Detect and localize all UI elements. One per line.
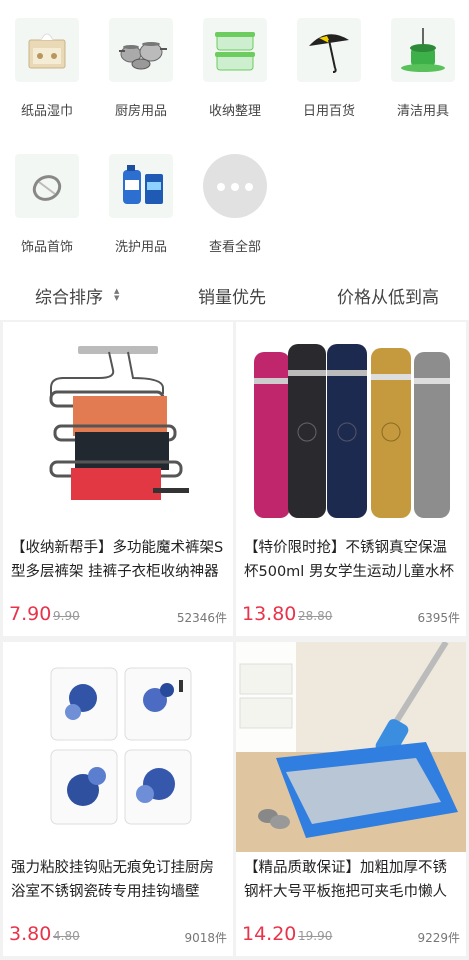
category-label: 日用百货 bbox=[302, 104, 355, 119]
detergent-icon bbox=[109, 154, 173, 218]
sort-sales-tab[interactable]: 销量优先 bbox=[198, 283, 266, 308]
product-old-price: 9.90 bbox=[53, 609, 80, 623]
product-image bbox=[3, 322, 233, 532]
category-view-all[interactable]: 查看全部 bbox=[188, 154, 282, 255]
product-title: 【精品质敢保证】加粗加厚不锈钢杆大号平板拖把可夹毛巾懒人 bbox=[244, 860, 447, 900]
product-card[interactable]: 强力粘胶挂钩贴无痕免订挂厨房浴室不锈钢瓷砖专用挂钩墙壁 3.80 4.80 90… bbox=[3, 642, 233, 956]
product-sold-count: 6395件 bbox=[417, 611, 460, 625]
product-price: 3.80 bbox=[9, 923, 52, 945]
product-price: 7.90 bbox=[9, 603, 52, 625]
product-old-price: 19.90 bbox=[298, 929, 333, 943]
product-title: 【收纳新帮手】多功能魔术裤架S型多层裤架 挂裤子衣柜收纳神器 bbox=[11, 540, 224, 580]
product-image bbox=[3, 642, 233, 852]
product-card[interactable]: 【特价限时抢】不锈钢真空保温杯500ml 男女学生运动儿童水杯 13.80 28… bbox=[236, 322, 466, 636]
product-image bbox=[236, 322, 466, 532]
product-image bbox=[236, 642, 466, 852]
product-old-price: 4.80 bbox=[53, 929, 80, 943]
more-icon bbox=[203, 154, 267, 218]
mop-bucket-icon bbox=[391, 18, 455, 82]
category-label: 纸品湿巾 bbox=[20, 104, 73, 119]
category-label: 清洁用具 bbox=[396, 104, 449, 119]
product-sold-count: 9229件 bbox=[417, 931, 460, 945]
product-card[interactable]: 【收纳新帮手】多功能魔术裤架S型多层裤架 挂裤子衣柜收纳神器 7.90 9.90… bbox=[3, 322, 233, 636]
sort-default-tab[interactable]: 综合排序 bbox=[35, 283, 103, 308]
category-label: 饰品首饰 bbox=[20, 240, 73, 255]
category-grid: 纸品湿巾 厨房用品 收纳整理 日用百货 清洁用具 饰品首饰 洗护用品 查看全部 bbox=[0, 0, 469, 270]
umbrella-icon bbox=[297, 18, 361, 82]
category-storage[interactable]: 收纳整理 bbox=[188, 18, 282, 119]
product-sold-count: 9018件 bbox=[184, 931, 227, 945]
category-paper[interactable]: 纸品湿巾 bbox=[0, 18, 94, 119]
product-title: 强力粘胶挂钩贴无痕免订挂厨房浴室不锈钢瓷砖专用挂钩墙壁 bbox=[11, 860, 214, 900]
tissue-box-icon bbox=[15, 18, 79, 82]
category-daily[interactable]: 日用百货 bbox=[282, 18, 376, 119]
category-kitchen[interactable]: 厨房用品 bbox=[94, 18, 188, 119]
product-sold-count: 52346件 bbox=[176, 611, 227, 625]
product-old-price: 28.80 bbox=[298, 609, 333, 623]
category-cleaning[interactable]: 清洁用具 bbox=[376, 18, 469, 119]
cookware-icon bbox=[109, 18, 173, 82]
product-card[interactable]: 【精品质敢保证】加粗加厚不锈钢杆大号平板拖把可夹毛巾懒人 14.20 19.90… bbox=[236, 642, 466, 956]
storage-box-icon bbox=[203, 18, 267, 82]
product-price: 14.20 bbox=[242, 923, 297, 945]
sort-price-tab[interactable]: 价格从低到高 bbox=[337, 283, 439, 308]
category-label: 收纳整理 bbox=[208, 104, 261, 119]
category-washcare[interactable]: 洗护用品 bbox=[94, 154, 188, 255]
category-jewelry[interactable]: 饰品首饰 bbox=[0, 154, 94, 255]
sort-bar: 综合排序 ▲ ▼ 销量优先 价格从低到高 bbox=[0, 270, 469, 320]
sort-arrow-icon: ▲ ▼ bbox=[114, 287, 120, 302]
ring-icon bbox=[15, 154, 79, 218]
product-title: 【特价限时抢】不锈钢真空保温杯500ml 男女学生运动儿童水杯 bbox=[244, 540, 454, 580]
category-label: 厨房用品 bbox=[114, 104, 167, 119]
product-price: 13.80 bbox=[242, 603, 297, 625]
category-label: 查看全部 bbox=[208, 240, 261, 255]
category-label: 洗护用品 bbox=[114, 240, 167, 255]
